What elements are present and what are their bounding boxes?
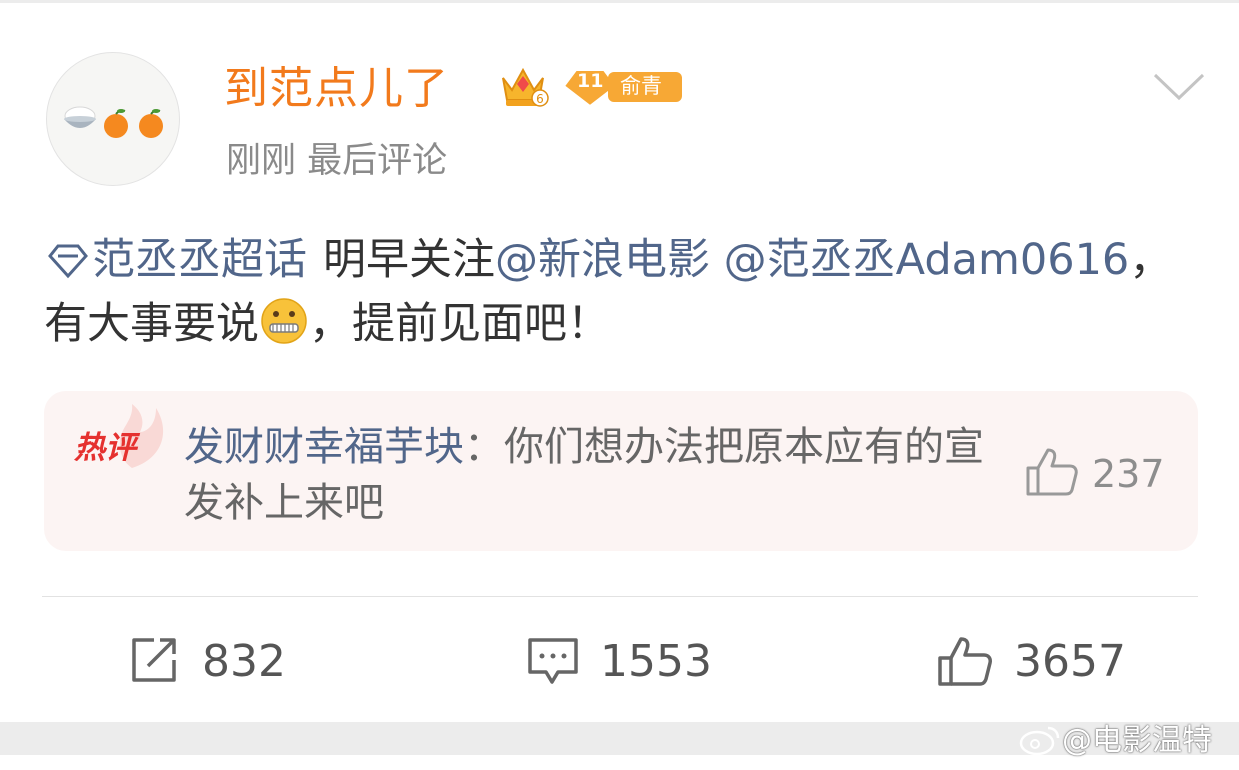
repost-count: 832 bbox=[202, 636, 286, 687]
timestamp: 刚刚 最后评论 bbox=[226, 141, 448, 181]
diamond-topic-icon bbox=[48, 244, 88, 279]
avatar-emoji-icon bbox=[64, 106, 163, 138]
comment-count: 1553 bbox=[600, 636, 712, 687]
crown-icon[interactable]: 6 bbox=[497, 62, 549, 114]
top-divider bbox=[0, 0, 1239, 3]
chevron-down-icon[interactable] bbox=[1152, 72, 1206, 106]
level-badge[interactable]: 11 俞青 bbox=[560, 64, 684, 112]
like-button[interactable]: 3657 bbox=[936, 634, 1126, 690]
topic-link[interactable]: 范丞丞超话 bbox=[44, 235, 307, 285]
thumbs-up-icon bbox=[938, 637, 992, 686]
mention-link-2[interactable]: @范丞丞Adam0616 bbox=[724, 235, 1130, 285]
hot-comment-badge: 热评 bbox=[74, 430, 136, 466]
repost-icon bbox=[132, 638, 176, 682]
thumbs-up-icon[interactable] bbox=[1024, 446, 1080, 502]
avatar[interactable] bbox=[46, 52, 180, 186]
hot-comment-text: 发财财幸福芋块：你们想办法把原本应有的宣发补上来吧 bbox=[184, 419, 1004, 531]
svg-text:6: 6 bbox=[536, 92, 544, 106]
watermark: @电影温特 bbox=[1018, 722, 1212, 760]
hot-comment-separator: ： bbox=[464, 424, 504, 470]
level-number: 11 bbox=[577, 70, 604, 92]
actions-divider bbox=[42, 596, 1198, 597]
repost-button[interactable]: 832 bbox=[128, 634, 288, 690]
weibo-logo-icon bbox=[1019, 726, 1060, 756]
topic-label: 范丞丞超话 bbox=[92, 235, 307, 285]
hot-comment-author[interactable]: 发财财幸福芋块 bbox=[184, 424, 464, 470]
like-count: 3657 bbox=[1014, 636, 1126, 687]
username[interactable]: 到范点儿了 bbox=[224, 62, 449, 116]
mention-link-1[interactable]: @新浪电影 bbox=[495, 235, 710, 285]
comment-icon bbox=[528, 638, 578, 684]
post-text: 范丞丞超话 明早关注@新浪电影 @范丞丞Adam0616，有大事要说 ，提前见面吧！ bbox=[44, 228, 1194, 356]
hot-comment-like-count: 237 bbox=[1092, 452, 1165, 496]
zipper-mouth-face-emoji bbox=[261, 298, 307, 344]
post-text-part3: ，提前见面吧！ bbox=[309, 299, 610, 349]
post-text-part1: 明早关注 bbox=[323, 235, 495, 285]
comment-button[interactable]: 1553 bbox=[526, 634, 716, 690]
watermark-text: @电影温特 bbox=[1062, 723, 1212, 758]
level-tag: 俞青 bbox=[620, 74, 662, 98]
